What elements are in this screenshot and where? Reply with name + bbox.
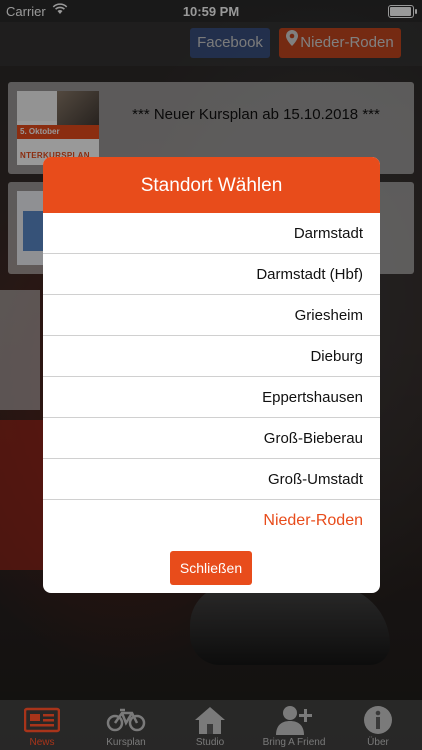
- tab-bar: News Kursplan Studio Bring A Friend Über: [0, 700, 422, 750]
- tab-kursplan[interactable]: Kursplan: [84, 700, 168, 750]
- tab-studio[interactable]: Studio: [168, 700, 252, 750]
- bicycle-icon: [84, 705, 168, 735]
- tab-uber[interactable]: Über: [336, 700, 420, 750]
- location-option-griesheim[interactable]: Griesheim: [43, 295, 380, 336]
- location-option-nieder-roden[interactable]: Nieder-Roden: [43, 500, 380, 540]
- location-option-darmstadt-hbf[interactable]: Darmstadt (Hbf): [43, 254, 380, 295]
- location-option-eppertshausen[interactable]: Eppertshausen: [43, 377, 380, 418]
- dialog-title: Standort Wählen: [43, 157, 380, 213]
- tab-label: Studio: [195, 737, 225, 748]
- tab-label: Kursplan: [106, 737, 146, 748]
- home-icon: [168, 705, 252, 735]
- tab-news[interactable]: News: [0, 700, 84, 750]
- location-picker-dialog: Standort Wählen Darmstadt Darmstadt (Hbf…: [43, 157, 380, 593]
- close-button[interactable]: Schließen: [170, 551, 252, 585]
- tab-label: News: [29, 737, 55, 748]
- add-person-icon: [252, 705, 336, 735]
- info-icon: [336, 705, 420, 735]
- location-option-darmstadt[interactable]: Darmstadt: [43, 213, 380, 254]
- location-option-dieburg[interactable]: Dieburg: [43, 336, 380, 377]
- tab-label: Über: [367, 737, 389, 748]
- tab-bring-a-friend[interactable]: Bring A Friend: [252, 700, 336, 750]
- location-option-gross-bieberau[interactable]: Groß-Bieberau: [43, 418, 380, 459]
- newspaper-icon: [0, 705, 84, 735]
- location-option-gross-umstadt[interactable]: Groß-Umstadt: [43, 459, 380, 500]
- tab-label: Bring A Friend: [262, 737, 326, 748]
